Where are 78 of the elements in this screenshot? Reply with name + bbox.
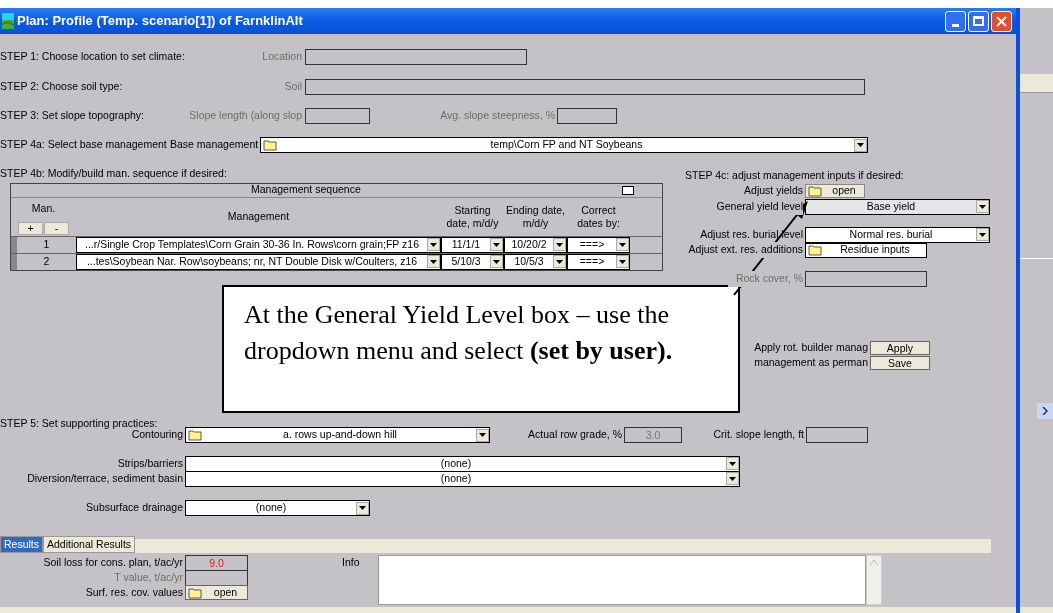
management-dropdown[interactable]: ...tes\Soybean Nar. Row\soybeans; nr, NT Double Disk w/Coulters, z16 — [76, 253, 441, 270]
panel-toggle-icon[interactable] — [622, 185, 634, 195]
slope-length-field[interactable] — [305, 107, 370, 124]
close-button[interactable] — [991, 10, 1012, 32]
contouring-dropdown[interactable]: a. rows up-and-down hill — [185, 427, 490, 443]
scroll-right-button[interactable] — [1037, 403, 1053, 419]
correct-dates-dropdown[interactable]: ===> — [567, 236, 630, 253]
field-label: Info — [342, 555, 361, 570]
window-title: Plan: Profile (Temp. scenario[1]) of FarnklinAlt — [17, 12, 304, 31]
field-label: Soil loss for cons. plan, t/ac/yr — [42, 554, 183, 570]
field-label: Adjust yields — [743, 183, 803, 199]
field-label: Subsurface drainage — [85, 500, 183, 516]
rock-cover-field[interactable] — [805, 270, 927, 287]
folder-icon — [188, 586, 202, 599]
start-date-dropdown[interactable]: 5/10/3 — [441, 253, 504, 270]
column-header: Management — [227, 208, 290, 224]
step-label: STEP 4b: Modify/build man. sequence if desired: — [0, 166, 228, 181]
tab[interactable]: Additional Results — [43, 536, 136, 553]
step-label: STEP 1: Choose location to set climate: — [0, 48, 185, 64]
field-label: Rock cover, % — [728, 270, 803, 287]
yield-level-dropdown[interactable]: Base yield — [805, 198, 990, 215]
info-text-area[interactable] — [378, 555, 866, 605]
strips-dropdown[interactable]: (none) — [185, 455, 740, 472]
base-management-dropdown[interactable]: temp\Corn FP and NT Soybeans — [260, 137, 868, 153]
field-label: Diversion/terrace, sediment basin — [26, 470, 183, 486]
field-label: Soil — [283, 78, 302, 94]
callout-text: At the General Yield Level box – use the dropdown menu and select (set by user). — [244, 300, 673, 365]
field-label: T value, t/ac/yr — [113, 569, 183, 585]
column-header: Man. — [31, 200, 56, 216]
residue-burial-dropdown[interactable]: Normal res. burial — [805, 226, 990, 243]
field-label: Avg. slope steepness, % — [439, 107, 555, 123]
save-button[interactable]: Save — [870, 356, 930, 371]
close-icon — [996, 15, 1007, 27]
step-label: STEP 4a: Select base management — [0, 137, 168, 153]
folder-icon — [188, 429, 202, 441]
maximize-button[interactable] — [968, 10, 989, 32]
field-label: Base management — [170, 137, 258, 153]
add-button[interactable]: + — [18, 221, 43, 235]
app-icon — [2, 13, 14, 29]
field-label: Crit. slope length, ft — [712, 427, 804, 443]
step-label: STEP 5: Set supporting practices: — [0, 416, 158, 429]
field-label: Contouring — [131, 428, 183, 443]
tab[interactable]: Results — [0, 536, 43, 553]
toolbar-strip — [1020, 74, 1053, 93]
field-label: Slope length (along slop — [188, 107, 302, 123]
step-label: STEP 3: Set slope topography: — [0, 107, 145, 123]
scroll-bar[interactable] — [866, 555, 882, 605]
step-label: STEP 4c: adjust management inputs if desired: — [685, 168, 905, 183]
adjust-yields-button[interactable]: open — [805, 184, 865, 199]
field-label: Strips/barriers — [116, 455, 183, 471]
column-header: Ending date, m/d/y — [505, 203, 566, 230]
field-label: management as perman — [753, 355, 868, 371]
end-date-dropdown[interactable]: 10/5/3 — [504, 253, 567, 270]
field-label: Adjust res. burial level — [699, 226, 803, 242]
apply-button[interactable]: Apply — [870, 341, 930, 356]
step-label: STEP 2: Choose soil type: — [0, 78, 124, 94]
column-header: Starting date, m/d/y — [445, 203, 500, 230]
field-label: Actual row grade, % — [527, 427, 622, 443]
minimize-button[interactable] — [945, 10, 966, 32]
subsurface-drainage-dropdown[interactable]: (none) — [185, 500, 370, 516]
management-dropdown[interactable]: ...r/Single Crop Templates\Corn Grain 30-36 In. Rows\corn grain;FP z16 — [76, 236, 441, 253]
end-date-dropdown[interactable]: 10/20/2 — [504, 236, 567, 253]
folder-icon — [263, 139, 277, 151]
field-label: Surf. res. cov. values — [84, 584, 183, 600]
panel-title: Management sequence — [251, 182, 361, 198]
field-label: Location — [261, 48, 302, 64]
location-field[interactable] — [305, 48, 527, 65]
soil-field[interactable] — [305, 78, 865, 95]
critical-slope-length-field[interactable] — [806, 427, 868, 443]
surface-residue-button[interactable]: open — [185, 585, 248, 600]
slope-steepness-field[interactable] — [557, 107, 617, 124]
remove-button[interactable]: - — [44, 221, 69, 235]
status-strip — [1020, 607, 1053, 613]
chevron-right-icon — [1042, 407, 1048, 415]
start-date-dropdown[interactable]: 11/1/1 — [441, 236, 504, 253]
correct-dates-dropdown[interactable]: ===> — [567, 253, 630, 270]
column-header: Correct dates by: — [576, 203, 621, 230]
field-label: Apply rot. builder manag — [753, 340, 868, 356]
